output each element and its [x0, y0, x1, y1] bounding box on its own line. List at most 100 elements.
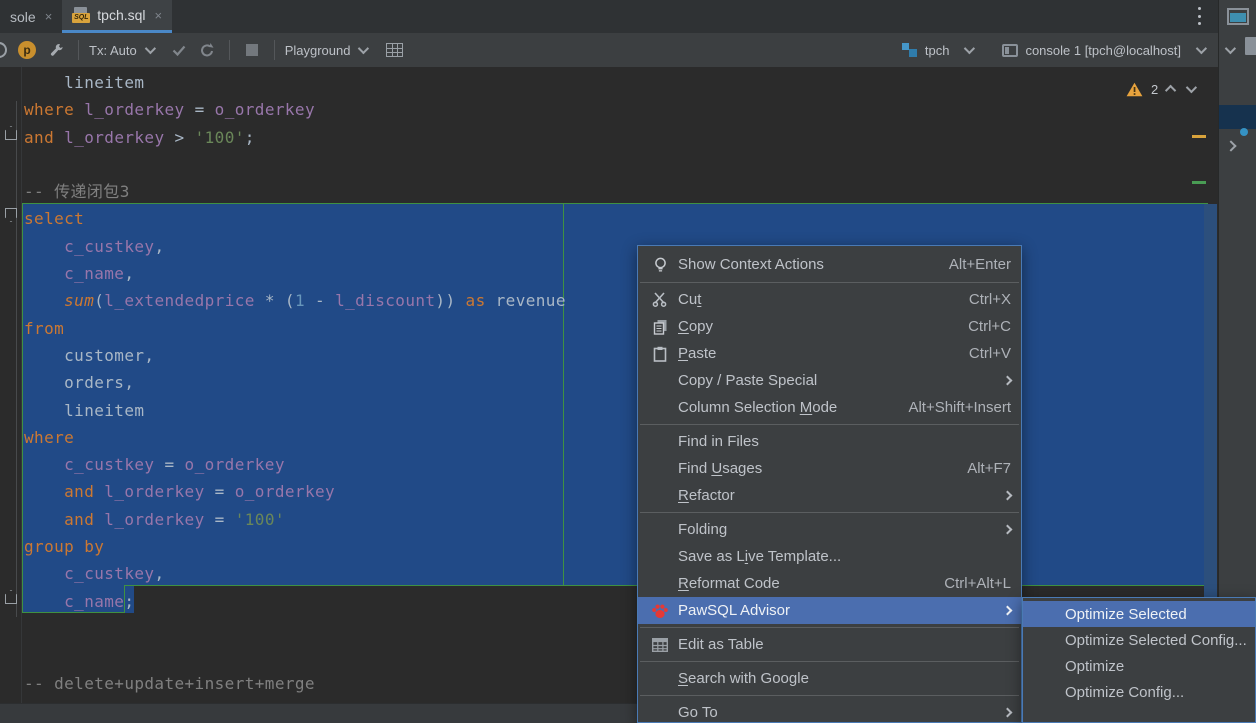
- schema-selector[interactable]: tpch: [902, 43, 973, 58]
- code-line[interactable]: where l_orderkey = o_orderkey: [0, 96, 1210, 123]
- code-line[interactable]: and l_orderkey = '100': [0, 506, 1210, 533]
- menu-separator: [638, 421, 1021, 428]
- chevron-right-icon[interactable]: [1227, 137, 1235, 155]
- menu-item-label: Reformat Code: [678, 575, 780, 592]
- warning-stripe-mark[interactable]: [1192, 135, 1206, 138]
- menu-item-label: Cut: [678, 291, 701, 308]
- tool-window-icon[interactable]: [1227, 8, 1249, 25]
- code-line[interactable]: and l_orderkey = o_orderkey: [0, 478, 1210, 505]
- menu-item-column-selection-mode[interactable]: Column Selection ModeAlt+Shift+Insert: [638, 394, 1021, 421]
- menu-item-label: Edit as Table: [678, 636, 764, 653]
- tab-tpch-sql[interactable]: SQL tpch.sql ×: [62, 0, 172, 33]
- wrench-icon[interactable]: [44, 38, 68, 62]
- menu-item-copy[interactable]: CopyCtrl+C: [638, 313, 1021, 340]
- menu-item-optimize-selected[interactable]: Optimize Selected: [1023, 601, 1255, 627]
- menu-item-shortcut: Ctrl+V: [969, 345, 1011, 362]
- menu-item-label: Optimize: [1065, 658, 1124, 675]
- code-line[interactable]: sum(l_extendedprice * (1 - l_discount)) …: [0, 287, 1210, 314]
- menu-item-label: Copy / Paste Special: [678, 372, 817, 389]
- next-warning-icon[interactable]: [1186, 82, 1197, 93]
- code-line[interactable]: select: [0, 205, 1210, 232]
- menu-item-save-as-live-template[interactable]: Save as Live Template...: [638, 543, 1021, 570]
- code-line[interactable]: c_name,: [0, 260, 1210, 287]
- ok-stripe-mark[interactable]: [1192, 181, 1206, 184]
- menu-item-cut[interactable]: CutCtrl+X: [638, 286, 1021, 313]
- ide-window: sole × SQL tpch.sql × p Tx: Auto: [0, 0, 1256, 723]
- code-line[interactable]: group by: [0, 533, 1210, 560]
- menu-item-go-to[interactable]: Go To: [638, 699, 1021, 723]
- code-line[interactable]: and l_orderkey > '100';: [0, 124, 1210, 151]
- tool-window-corner: [1218, 0, 1256, 33]
- code-line[interactable]: from: [0, 315, 1210, 342]
- menu-item-shortcut: Alt+Shift+Insert: [908, 399, 1011, 416]
- menu-item-label: Optimize Selected Config...: [1065, 632, 1247, 649]
- chevron-down-icon[interactable]: [1225, 41, 1233, 59]
- clipped-icon[interactable]: [0, 42, 7, 58]
- console-icon: [1002, 44, 1018, 57]
- menu-item-paste[interactable]: PasteCtrl+V: [638, 340, 1021, 367]
- menu-separator: [638, 624, 1021, 631]
- console-session-label: console 1 [tpch@localhost]: [1025, 43, 1181, 58]
- menu-item-pawsql-advisor[interactable]: PawSQL Advisor: [638, 597, 1021, 624]
- menu-item-show-context-actions[interactable]: Show Context Actions Alt+Enter: [638, 250, 1021, 279]
- prev-warning-icon[interactable]: [1165, 85, 1176, 96]
- close-icon[interactable]: ×: [45, 9, 53, 24]
- tx-mode-label: Tx: Auto: [89, 43, 137, 58]
- code-line[interactable]: c_custkey,: [0, 233, 1210, 260]
- menu-item-find-in-files[interactable]: Find in Files: [638, 428, 1021, 455]
- tab-tpch-sql-label: tpch.sql: [97, 7, 145, 23]
- submenu-arrow-icon: [1003, 708, 1013, 718]
- code-line[interactable]: lineitem: [0, 397, 1210, 424]
- code-line[interactable]: where: [0, 424, 1210, 451]
- pawsql-plugin-icon[interactable]: p: [18, 41, 36, 59]
- playground-selector[interactable]: Playground: [285, 43, 367, 58]
- tab-console-label: sole: [10, 9, 36, 25]
- rollback-icon[interactable]: [195, 38, 219, 62]
- tx-mode-selector[interactable]: Tx: Auto: [89, 43, 153, 58]
- copy-icon: [653, 319, 668, 335]
- close-icon[interactable]: ×: [155, 8, 163, 23]
- menu-item-folding[interactable]: Folding: [638, 516, 1021, 543]
- chevron-down-icon: [358, 43, 369, 54]
- sql-file-icon: SQL: [72, 7, 90, 23]
- menu-item-find-usages[interactable]: Find UsagesAlt+F7: [638, 455, 1021, 482]
- menu-item-label: Save as Live Template...: [678, 548, 841, 565]
- menu-item-shortcut: Alt+Enter: [949, 256, 1011, 273]
- inspections-widget[interactable]: 2: [1126, 79, 1218, 99]
- menu-item-label: Find in Files: [678, 433, 759, 450]
- menu-item-label: Folding: [678, 521, 727, 538]
- menu-item-shortcut: Ctrl+Alt+L: [944, 575, 1011, 592]
- submenu-arrow-icon: [1003, 376, 1013, 386]
- code-line[interactable]: lineitem: [0, 69, 1210, 96]
- results-grid-icon[interactable]: [382, 38, 406, 62]
- menu-item-label: Find Usages: [678, 460, 762, 477]
- code-line[interactable]: c_custkey,: [0, 560, 1210, 587]
- document-icon[interactable]: [1245, 37, 1256, 55]
- menu-item-label: Optimize Config...: [1065, 684, 1184, 701]
- menu-item-reformat-code[interactable]: Reformat Code Ctrl+Alt+L: [638, 570, 1021, 597]
- menu-item-optimize-selected-config[interactable]: Optimize Selected Config...: [1023, 627, 1255, 653]
- kebab-menu-icon[interactable]: [1192, 7, 1206, 25]
- submenu-arrow-icon: [1003, 525, 1013, 535]
- code-line[interactable]: customer,: [0, 342, 1210, 369]
- tab-console[interactable]: sole ×: [0, 0, 62, 33]
- menu-item-refactor[interactable]: Refactor: [638, 482, 1021, 509]
- scrollbar-selection-band[interactable]: [1204, 204, 1217, 600]
- warning-icon: [1126, 82, 1143, 97]
- console-session-selector[interactable]: console 1 [tpch@localhost]: [1002, 43, 1204, 58]
- editor-tab-bar: sole × SQL tpch.sql ×: [0, 0, 1218, 33]
- code-line[interactable]: orders,: [0, 369, 1210, 396]
- code-line[interactable]: -- 传递闭包3: [0, 178, 1210, 205]
- menu-item-label: Show Context Actions: [678, 256, 824, 273]
- code-line[interactable]: [0, 151, 1210, 178]
- menu-item-copy-paste-special[interactable]: Copy / Paste Special: [638, 367, 1021, 394]
- commit-icon[interactable]: [167, 38, 191, 62]
- chevron-down-icon: [964, 43, 975, 54]
- menu-item-optimize-config[interactable]: Optimize Config...: [1023, 679, 1255, 705]
- editor-toolbar: p Tx: Auto Playground tpch: [0, 33, 1218, 67]
- menu-item-search-with-google[interactable]: Search with Google: [638, 665, 1021, 692]
- code-line[interactable]: c_custkey = o_orderkey: [0, 451, 1210, 478]
- stop-icon[interactable]: [240, 38, 264, 62]
- menu-item-optimize[interactable]: Optimize: [1023, 653, 1255, 679]
- menu-item-edit-as-table[interactable]: Edit as Table: [638, 631, 1021, 658]
